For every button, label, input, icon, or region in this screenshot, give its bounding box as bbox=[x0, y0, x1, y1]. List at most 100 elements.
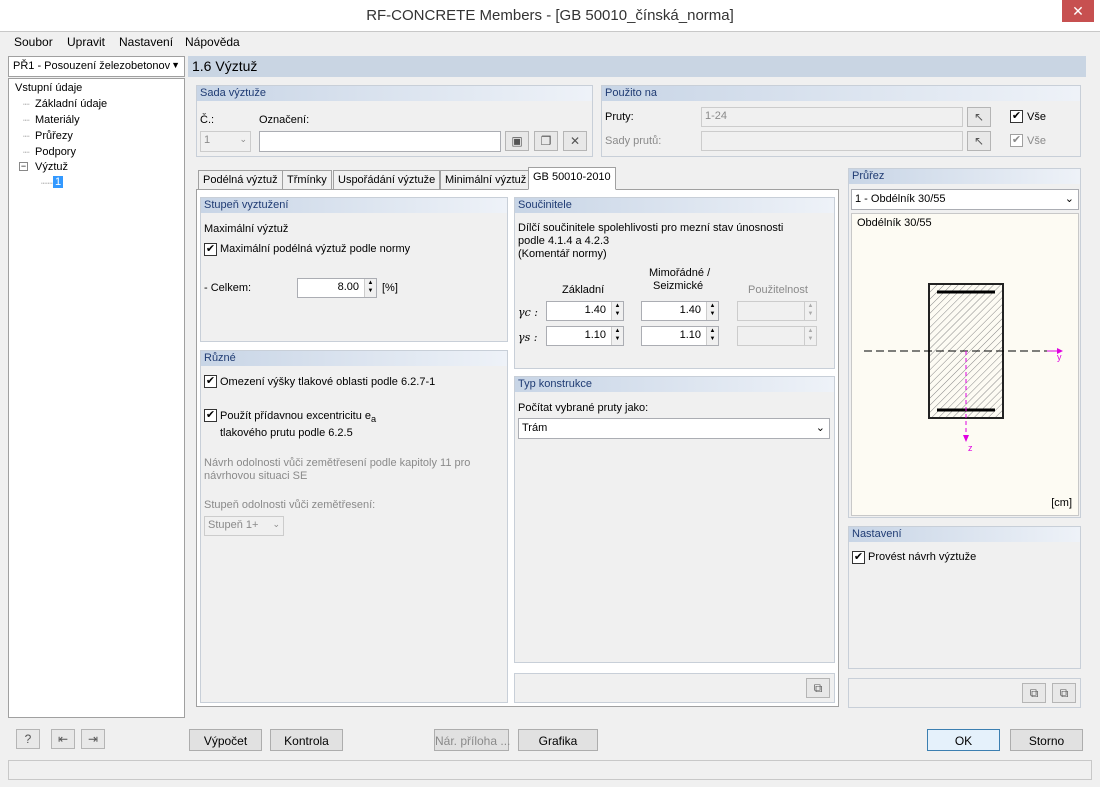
kontrola-button[interactable]: Kontrola bbox=[270, 729, 343, 751]
typ-select[interactable]: Trám ⌄ bbox=[518, 418, 830, 439]
vse-pruty-label: Vše bbox=[1027, 111, 1046, 123]
c-select[interactable]: 1 ⌄ bbox=[200, 131, 251, 152]
case-selector-value: PŘ1 - Posouzení železobetonov bbox=[13, 60, 171, 72]
tree-item-materialy[interactable]: Materiály bbox=[35, 114, 80, 126]
tab-podelna[interactable]: Podélná výztuž bbox=[198, 170, 283, 190]
excentricita-sub: a bbox=[371, 414, 377, 425]
excentricita-text: Použít přídavnou excentricitu e bbox=[220, 410, 372, 422]
stupen-odolnosti-select[interactable]: Stupeň 1+ ⌄ bbox=[204, 516, 284, 536]
max-checkbox[interactable]: ✔ bbox=[204, 243, 217, 256]
oznaceni-input[interactable] bbox=[259, 131, 501, 152]
status-bar bbox=[8, 760, 1092, 780]
c-value: 1 bbox=[204, 134, 211, 146]
gamma-s-pouzitelnost[interactable]: ▲ ▼ bbox=[737, 326, 817, 346]
close-button[interactable]: ✕ bbox=[1062, 0, 1094, 22]
tree-item-podpory[interactable]: Podpory bbox=[35, 146, 76, 158]
pouzito-group: Použito na Pruty: 1-24 ↖ ✔ Vše Sady prut… bbox=[601, 85, 1081, 157]
gamma-s-label: γs : bbox=[518, 331, 538, 344]
col-seizmicke: Seizmické bbox=[653, 280, 704, 292]
omezeni-label: Omezení výšky tlakové oblasti podle 6.2.… bbox=[220, 376, 436, 388]
pick-sets-icon[interactable]: ↖ bbox=[967, 131, 991, 151]
gamma-c-pouzitelnost[interactable]: ▲ ▼ bbox=[737, 301, 817, 321]
soucinitele-title: Součinitele bbox=[515, 198, 834, 213]
new-set-icon[interactable]: ▣ bbox=[505, 131, 529, 151]
spinner-icon[interactable]: ▲ ▼ bbox=[804, 327, 816, 345]
vse-sady-checkbox[interactable]: ✔ bbox=[1010, 134, 1023, 147]
tab-trminky[interactable]: Třmínky bbox=[282, 170, 332, 190]
gamma-c-mimoradne[interactable]: 1.40 ▲ ▼ bbox=[641, 301, 719, 321]
spinner-icon[interactable]: ▲ ▼ bbox=[611, 302, 623, 320]
sady-label: Sady prutů: bbox=[605, 135, 662, 147]
menu-upravit[interactable]: Upravit bbox=[67, 35, 105, 49]
spinner-icon[interactable]: ▲ ▼ bbox=[706, 327, 718, 345]
menu-nastaveni[interactable]: Nastavení bbox=[119, 35, 173, 49]
prurez-value: 1 - Obdélník 30/55 bbox=[855, 193, 946, 205]
spinner-icon[interactable]: ▲ ▼ bbox=[364, 279, 376, 297]
tab-usporadani[interactable]: Uspořádání výztuže bbox=[333, 170, 441, 190]
spinner-icon[interactable]: ▲ ▼ bbox=[804, 302, 816, 320]
tab-minimalni[interactable]: Minimální výztuž bbox=[440, 170, 532, 190]
chevron-down-icon: ▼ bbox=[171, 60, 180, 70]
export-bar bbox=[514, 673, 835, 703]
pruty-input[interactable]: 1-24 bbox=[701, 107, 963, 127]
sady-input[interactable] bbox=[701, 131, 963, 151]
tree-item-1[interactable]: 1 bbox=[53, 176, 64, 188]
case-selector[interactable]: PŘ1 - Posouzení železobetonov ▼ bbox=[8, 56, 185, 77]
view-icon[interactable]: ⧉ bbox=[1022, 683, 1046, 703]
typ-label: Počítat vybrané pruty jako: bbox=[518, 402, 649, 414]
ruzne-title: Různé bbox=[201, 351, 507, 366]
grafika-button[interactable]: Grafika bbox=[518, 729, 598, 751]
collapse-icon[interactable]: − bbox=[19, 162, 28, 171]
delete-icon[interactable]: ✕ bbox=[563, 131, 587, 151]
gamma-c-zakladni[interactable]: 1.40 ▲ ▼ bbox=[546, 301, 624, 321]
excentricita-checkbox[interactable]: ✔ bbox=[204, 409, 217, 422]
excentricita-label-2: tlakového prutu podle 6.2.5 bbox=[220, 427, 353, 439]
info-icon[interactable]: ⧉ bbox=[1052, 683, 1076, 703]
soucinitele-desc-1: Dílčí součinitele spolehlivosti pro mezn… bbox=[518, 222, 784, 234]
export-settings-icon[interactable]: ⇥ bbox=[81, 729, 105, 749]
import-icon[interactable]: ⇤ bbox=[51, 729, 75, 749]
window-title: RF-CONCRETE Members - [GB 50010_čínská_n… bbox=[366, 7, 734, 24]
prurez-toolbar bbox=[848, 678, 1081, 708]
omezeni-checkbox[interactable]: ✔ bbox=[204, 375, 217, 388]
prurez-view: Obdélník 30/55 y z [cm] bbox=[851, 213, 1079, 516]
menu-soubor[interactable]: Soubor bbox=[14, 35, 53, 49]
gamma-s-zakladni[interactable]: 1.10 ▲ ▼ bbox=[546, 326, 624, 346]
max-check-label: Maximální podélná výztuž podle normy bbox=[220, 243, 411, 255]
menu-napoveda[interactable]: Nápověda bbox=[185, 35, 240, 49]
navrh-checkbox[interactable]: ✔ bbox=[852, 551, 865, 564]
celkem-input[interactable]: 8.00 ▲ ▼ bbox=[297, 278, 377, 298]
vse-pruty-checkbox[interactable]: ✔ bbox=[1010, 110, 1023, 123]
ok-button[interactable]: OK bbox=[927, 729, 1000, 751]
gamma-s-zakladni-value: 1.10 bbox=[584, 329, 606, 341]
pick-members-icon[interactable]: ↖ bbox=[967, 107, 991, 127]
prurez-select[interactable]: 1 - Obdélník 30/55 ⌄ bbox=[851, 189, 1079, 210]
excentricita-label: Použít přídavnou excentricitu ea bbox=[220, 410, 376, 424]
z-axis-label: z bbox=[968, 443, 973, 453]
oznaceni-label: Označení: bbox=[259, 114, 310, 126]
gamma-c-label: γc : bbox=[518, 306, 538, 319]
help-icon[interactable]: ? bbox=[16, 729, 40, 749]
celkem-value: 8.00 bbox=[337, 281, 359, 293]
tab-gb50010[interactable]: GB 50010-2010 bbox=[528, 167, 616, 190]
gamma-s-mimoradne[interactable]: 1.10 ▲ ▼ bbox=[641, 326, 719, 346]
nar-priloha-button[interactable]: Nár. příloha ... bbox=[434, 729, 510, 751]
tree-item-vyztuz[interactable]: Výztuž bbox=[35, 161, 68, 173]
title-bar: RF-CONCRETE Members - [GB 50010_čínská_n… bbox=[0, 0, 1100, 32]
copy-set-icon[interactable]: ❐ bbox=[534, 131, 558, 151]
nastaveni-title: Nastavení bbox=[849, 527, 1080, 542]
vypocet-button[interactable]: Výpočet bbox=[189, 729, 262, 751]
col-mimoradne: Mimořádné / bbox=[649, 267, 711, 279]
c-label: Č.: bbox=[200, 114, 215, 126]
storno-button[interactable]: Storno bbox=[1010, 729, 1083, 751]
spinner-icon[interactable]: ▲ ▼ bbox=[706, 302, 718, 320]
tree-item-prurezy[interactable]: Průřezy bbox=[35, 130, 73, 142]
gamma-s-mimoradne-value: 1.10 bbox=[679, 329, 701, 341]
col-zakladni: Základní bbox=[562, 284, 605, 296]
y-axis-label: y bbox=[1057, 352, 1062, 362]
export-icon[interactable]: ⧉ bbox=[806, 678, 830, 698]
spinner-icon[interactable]: ▲ ▼ bbox=[611, 327, 623, 345]
stupen-odolnosti-value: Stupeň 1+ bbox=[208, 519, 259, 531]
tree-item-zakladni[interactable]: Základní údaje bbox=[35, 98, 107, 110]
tree-item-vstupni[interactable]: Vstupní údaje bbox=[15, 82, 82, 94]
